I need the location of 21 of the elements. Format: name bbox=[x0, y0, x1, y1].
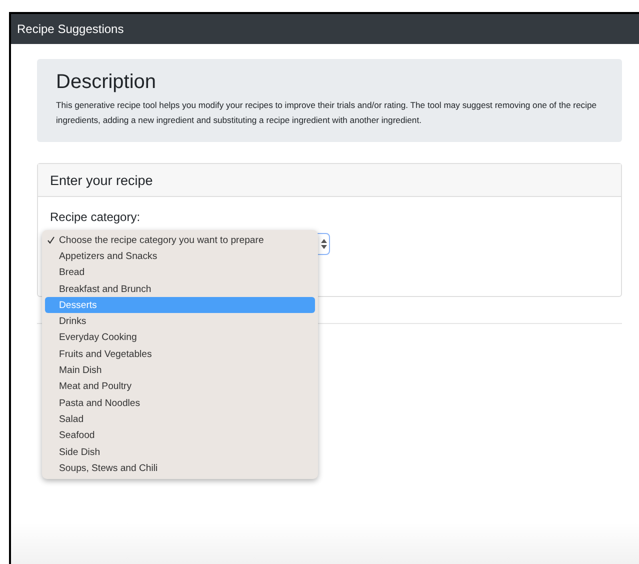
dropdown-option[interactable]: Everyday Cooking bbox=[45, 330, 315, 346]
check-icon bbox=[47, 236, 55, 244]
dropdown-option[interactable]: Pasta and Noodles bbox=[45, 394, 315, 412]
dropdown-option[interactable]: Main Dish bbox=[45, 362, 315, 379]
dropdown-option[interactable]: Drinks bbox=[45, 313, 315, 330]
card-title: Enter your recipe bbox=[50, 172, 153, 188]
dropdown-option[interactable]: Appetizers and Snacks bbox=[45, 248, 315, 265]
description-text: This generative recipe tool helps you modify your recipes to improve their trials and/or rating. The tool may suggest removing one of the recipe ingredients, adding a new ingredient and substituting a recipe ingredient with another ingredient. bbox=[56, 99, 598, 127]
description-heading: Description bbox=[56, 71, 158, 94]
dropdown-option[interactable]: Meat and Poultry bbox=[45, 378, 315, 395]
dropdown-option[interactable]: Salad bbox=[45, 411, 315, 428]
updown-arrows-icon bbox=[321, 239, 327, 249]
dropdown-option[interactable]: Seafood bbox=[45, 428, 315, 444]
dropdown-option[interactable]: Choose the recipe category you want to prepare bbox=[45, 232, 315, 248]
category-label: Recipe category: bbox=[50, 210, 142, 224]
dropdown-option[interactable]: Breakfast and Brunch bbox=[45, 280, 315, 298]
window-title: Recipe Suggestions bbox=[17, 22, 124, 36]
dropdown-option[interactable]: Side Dish bbox=[45, 444, 315, 460]
dropdown-option[interactable]: Fruits and Vegetables bbox=[45, 346, 315, 362]
dropdown-option[interactable]: Bread bbox=[45, 264, 315, 281]
dropdown-option[interactable]: Soups, Stews and Chili bbox=[45, 460, 315, 476]
